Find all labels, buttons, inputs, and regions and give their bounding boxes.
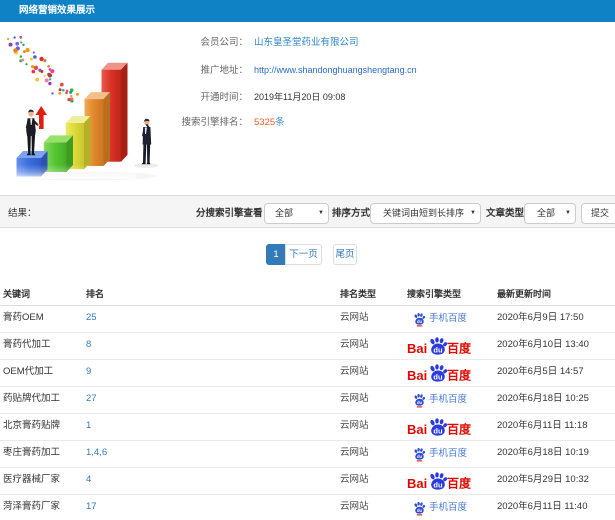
svg-text:百度: 百度 [447, 476, 471, 491]
svg-text:百度: 百度 [447, 341, 471, 356]
svg-text:du: du [433, 373, 443, 382]
svg-text:du: du [433, 481, 443, 490]
svg-text:百度: 百度 [447, 422, 471, 437]
svg-text:Bai: Bai [407, 422, 427, 437]
svg-text:du: du [433, 346, 443, 355]
svg-text:Bai: Bai [407, 476, 427, 491]
svg-text:du: du [416, 508, 422, 513]
svg-text:Bai: Bai [407, 368, 427, 383]
svg-text:du: du [433, 427, 443, 436]
svg-text:du: du [416, 454, 422, 459]
svg-text:百度: 百度 [447, 368, 471, 383]
svg-text:du: du [416, 400, 422, 405]
svg-text:Bai: Bai [407, 341, 427, 356]
svg-text:du: du [416, 319, 422, 324]
